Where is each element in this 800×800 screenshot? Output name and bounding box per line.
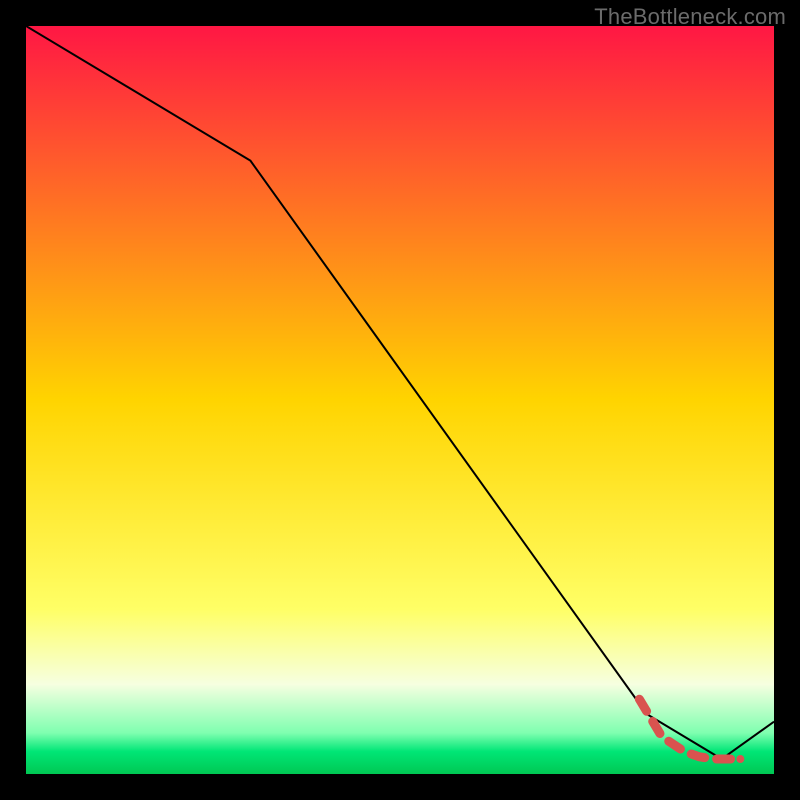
chart-svg: [26, 26, 774, 774]
chart-frame: TheBottleneck.com: [0, 0, 800, 800]
points-layer: [736, 755, 744, 763]
plot-area: [26, 26, 774, 774]
highlight-end-dot: [736, 755, 744, 763]
gradient-background: [26, 26, 774, 774]
